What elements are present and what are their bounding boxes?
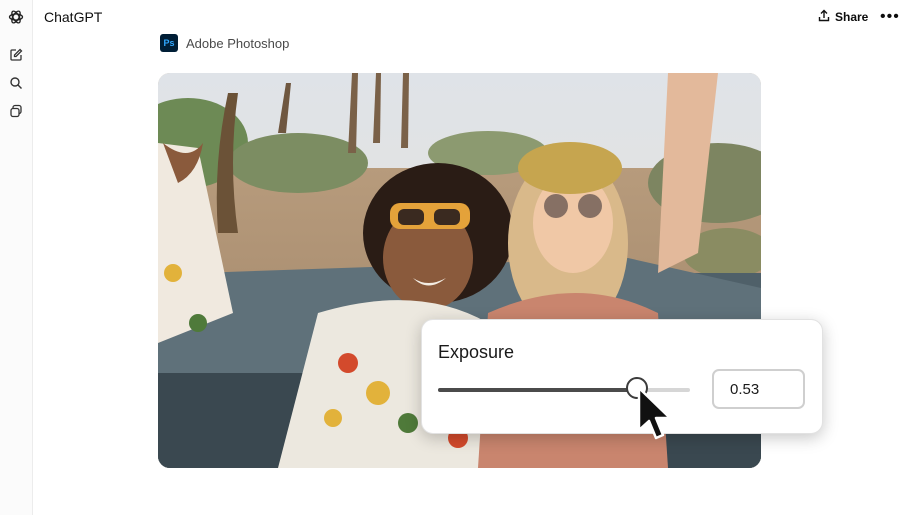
exposure-label: Exposure xyxy=(438,342,515,362)
app-title: ChatGPT xyxy=(44,9,103,25)
share-icon xyxy=(818,9,830,25)
library-icon[interactable] xyxy=(4,99,28,123)
new-chat-icon[interactable] xyxy=(4,43,28,67)
tool-name: Adobe Photoshop xyxy=(186,35,290,51)
sidebar-rail xyxy=(0,0,33,515)
more-options-button[interactable]: ••• xyxy=(880,8,900,26)
exposure-panel: Exposure 0.53 xyxy=(421,319,823,434)
exposure-slider-fill xyxy=(438,388,638,392)
search-icon[interactable] xyxy=(4,71,28,95)
share-button[interactable]: Share xyxy=(818,9,868,25)
exposure-value-input[interactable]: 0.53 xyxy=(712,369,805,409)
openai-logo-icon[interactable] xyxy=(4,5,28,29)
mouse-cursor-icon xyxy=(636,385,676,448)
photoshop-logo-icon: Ps xyxy=(160,34,178,52)
share-label: Share xyxy=(835,10,869,24)
tool-attribution[interactable]: Ps Adobe Photoshop xyxy=(160,34,289,52)
